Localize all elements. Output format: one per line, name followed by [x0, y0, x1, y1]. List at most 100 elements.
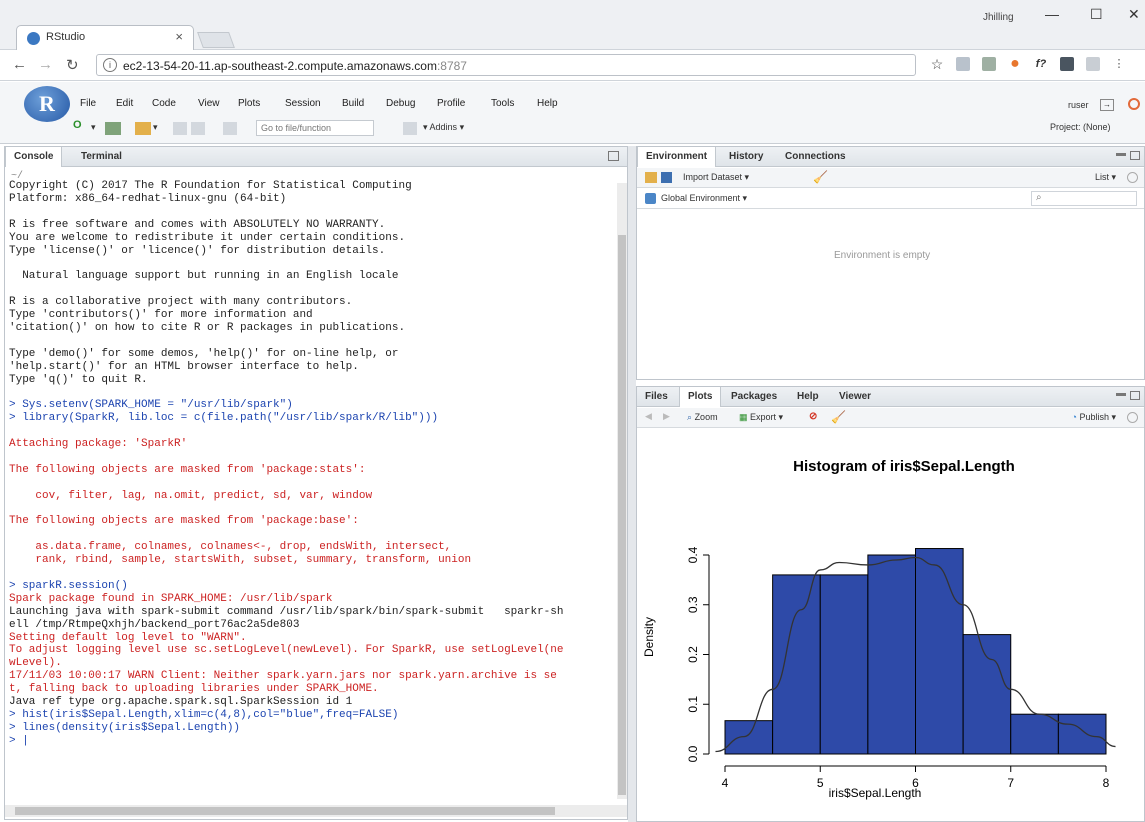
- save-all-icon[interactable]: [191, 122, 205, 135]
- save-icon[interactable]: [173, 122, 187, 135]
- addins-button[interactable]: ▾ Addins ▾: [423, 122, 464, 135]
- maximize-pane-icon[interactable]: [1130, 151, 1140, 160]
- environment-empty-message: Environment is empty: [834, 250, 931, 261]
- formula-extension-icon[interactable]: f?: [1034, 57, 1048, 71]
- tab-connections[interactable]: Connections: [777, 147, 854, 167]
- publish-button[interactable]: ◔ Publish ▾: [1071, 412, 1116, 423]
- extension-icon[interactable]: [982, 57, 996, 71]
- console-line: You are welcome to redistribute it under…: [9, 231, 406, 244]
- dropdown-icon[interactable]: ▾: [153, 122, 158, 135]
- import-dataset-button[interactable]: Import Dataset ▾: [683, 172, 749, 183]
- x-tick-label: 8: [1103, 776, 1110, 790]
- scrollbar-thumb[interactable]: [15, 807, 555, 815]
- menu-code[interactable]: Code: [152, 98, 176, 109]
- extension-icon[interactable]: [1060, 57, 1074, 71]
- url-field[interactable]: i ec2-13-54-20-11.ap-southeast-2.compute…: [96, 54, 916, 76]
- minimize-pane-icon[interactable]: [1116, 393, 1126, 396]
- minimize-pane-icon[interactable]: [1116, 153, 1126, 156]
- tab-terminal[interactable]: Terminal: [73, 147, 130, 167]
- tab-console[interactable]: Console: [5, 147, 63, 167]
- next-plot-icon[interactable]: ▶: [663, 411, 670, 422]
- maximize-pane-icon[interactable]: [608, 151, 619, 161]
- histogram-bar: [772, 574, 821, 755]
- menu-view[interactable]: View: [198, 98, 220, 109]
- console-line: Platform: x86_64-redhat-linux-gnu (64-bi…: [9, 192, 287, 205]
- project-menu[interactable]: Project: (None): [1050, 122, 1111, 132]
- reload-icon[interactable]: ↻: [66, 56, 79, 74]
- menu-session[interactable]: Session: [285, 98, 321, 109]
- menu-profile[interactable]: Profile: [437, 98, 465, 109]
- new-tab-button[interactable]: [197, 32, 235, 48]
- close-window-button[interactable]: ✕: [1128, 6, 1140, 23]
- refresh-icon[interactable]: [1127, 172, 1138, 183]
- export-button[interactable]: ▦ Export ▾: [739, 412, 783, 423]
- scrollbar-thumb[interactable]: [618, 235, 626, 795]
- url-host: ec2-13-54-20-11.ap-southeast-2.compute.a…: [123, 59, 437, 73]
- extension-icon[interactable]: [1086, 57, 1100, 71]
- refresh-icon[interactable]: [1127, 412, 1138, 423]
- console-scrollbar[interactable]: [617, 183, 627, 799]
- previous-plot-icon[interactable]: ◀: [645, 411, 652, 422]
- console-hscrollbar[interactable]: [5, 805, 627, 817]
- menu-edit[interactable]: Edit: [116, 98, 133, 109]
- histogram-bar: [1010, 713, 1059, 755]
- pane-splitter[interactable]: [628, 146, 636, 822]
- power-icon[interactable]: [1128, 98, 1140, 110]
- new-project-icon[interactable]: [105, 122, 121, 135]
- save-workspace-icon[interactable]: [661, 172, 672, 183]
- tab-close-icon[interactable]: ×: [175, 29, 183, 44]
- extension-icon[interactable]: [956, 57, 970, 71]
- tab-plots[interactable]: Plots: [679, 387, 722, 407]
- y-tick-label: 0.3: [686, 596, 700, 613]
- menu-help[interactable]: Help: [537, 98, 558, 109]
- new-file-icon[interactable]: O: [73, 119, 82, 132]
- dropdown-icon[interactable]: ▾: [91, 122, 96, 135]
- back-icon[interactable]: ←: [12, 56, 27, 73]
- print-icon[interactable]: [223, 122, 237, 135]
- profile-name[interactable]: Jhilling: [983, 12, 1014, 23]
- user-name: ruser: [1068, 100, 1089, 110]
- histogram-bar: [724, 720, 774, 755]
- sign-out-icon[interactable]: →: [1100, 99, 1114, 111]
- menu-debug[interactable]: Debug: [386, 98, 415, 109]
- goto-file-input[interactable]: Go to file/function: [256, 120, 374, 136]
- tab-files[interactable]: Files: [637, 387, 676, 407]
- broom-icon[interactable]: 🧹: [831, 410, 846, 424]
- tab-packages[interactable]: Packages: [723, 387, 785, 407]
- zoom-button[interactable]: ⌕ Zoom: [687, 412, 718, 423]
- scope-select[interactable]: Global Environment ▾: [661, 193, 747, 204]
- tab-viewer[interactable]: Viewer: [831, 387, 879, 407]
- broom-icon[interactable]: 🧹: [813, 170, 828, 184]
- main-toolbar: O ▾ ▾ Go to file/function ▾ Addins ▾: [73, 119, 573, 137]
- workspace-panes-icon[interactable]: [403, 122, 417, 135]
- tab-title: RStudio: [46, 31, 86, 43]
- console-line: > sparkR.session(): [9, 579, 128, 592]
- tab-history[interactable]: History: [721, 147, 771, 167]
- view-mode-select[interactable]: List ▾: [1095, 172, 1116, 183]
- maximize-button[interactable]: ☐: [1090, 6, 1103, 23]
- menu-build[interactable]: Build: [342, 98, 364, 109]
- menu-file[interactable]: File: [80, 98, 96, 109]
- browser-tab[interactable]: RStudio ×: [16, 25, 194, 50]
- console-line: as.data.frame, colnames, colnames<-, dro…: [9, 541, 452, 554]
- site-info-icon[interactable]: i: [103, 58, 117, 72]
- x-tick-label: 5: [817, 776, 824, 790]
- remove-plot-icon[interactable]: ⊘: [809, 411, 817, 422]
- environment-search-input[interactable]: ⌕: [1031, 191, 1137, 206]
- menu-plots[interactable]: Plots: [238, 98, 260, 109]
- menu-tools[interactable]: Tools: [491, 98, 514, 109]
- extension-icon[interactable]: ●: [1008, 56, 1022, 72]
- minimize-button[interactable]: —: [1045, 6, 1059, 22]
- bookmark-star-icon[interactable]: ☆: [930, 57, 944, 71]
- tab-environment[interactable]: Environment: [637, 147, 717, 167]
- console-output[interactable]: Copyright (C) 2017 The R Foundation for …: [5, 180, 615, 802]
- menu-icon[interactable]: ⋮: [1112, 57, 1126, 71]
- address-bar-row: ← → ↻ i ec2-13-54-20-11.ap-southeast-2.c…: [0, 50, 1145, 81]
- maximize-pane-icon[interactable]: [1130, 391, 1140, 400]
- forward-icon[interactable]: →: [38, 56, 53, 73]
- open-file-icon[interactable]: [135, 122, 151, 135]
- zoom-label: Zoom: [694, 412, 718, 422]
- load-workspace-icon[interactable]: [645, 172, 657, 183]
- tab-help[interactable]: Help: [789, 387, 827, 407]
- console-tabbar: Console Terminal: [5, 147, 627, 167]
